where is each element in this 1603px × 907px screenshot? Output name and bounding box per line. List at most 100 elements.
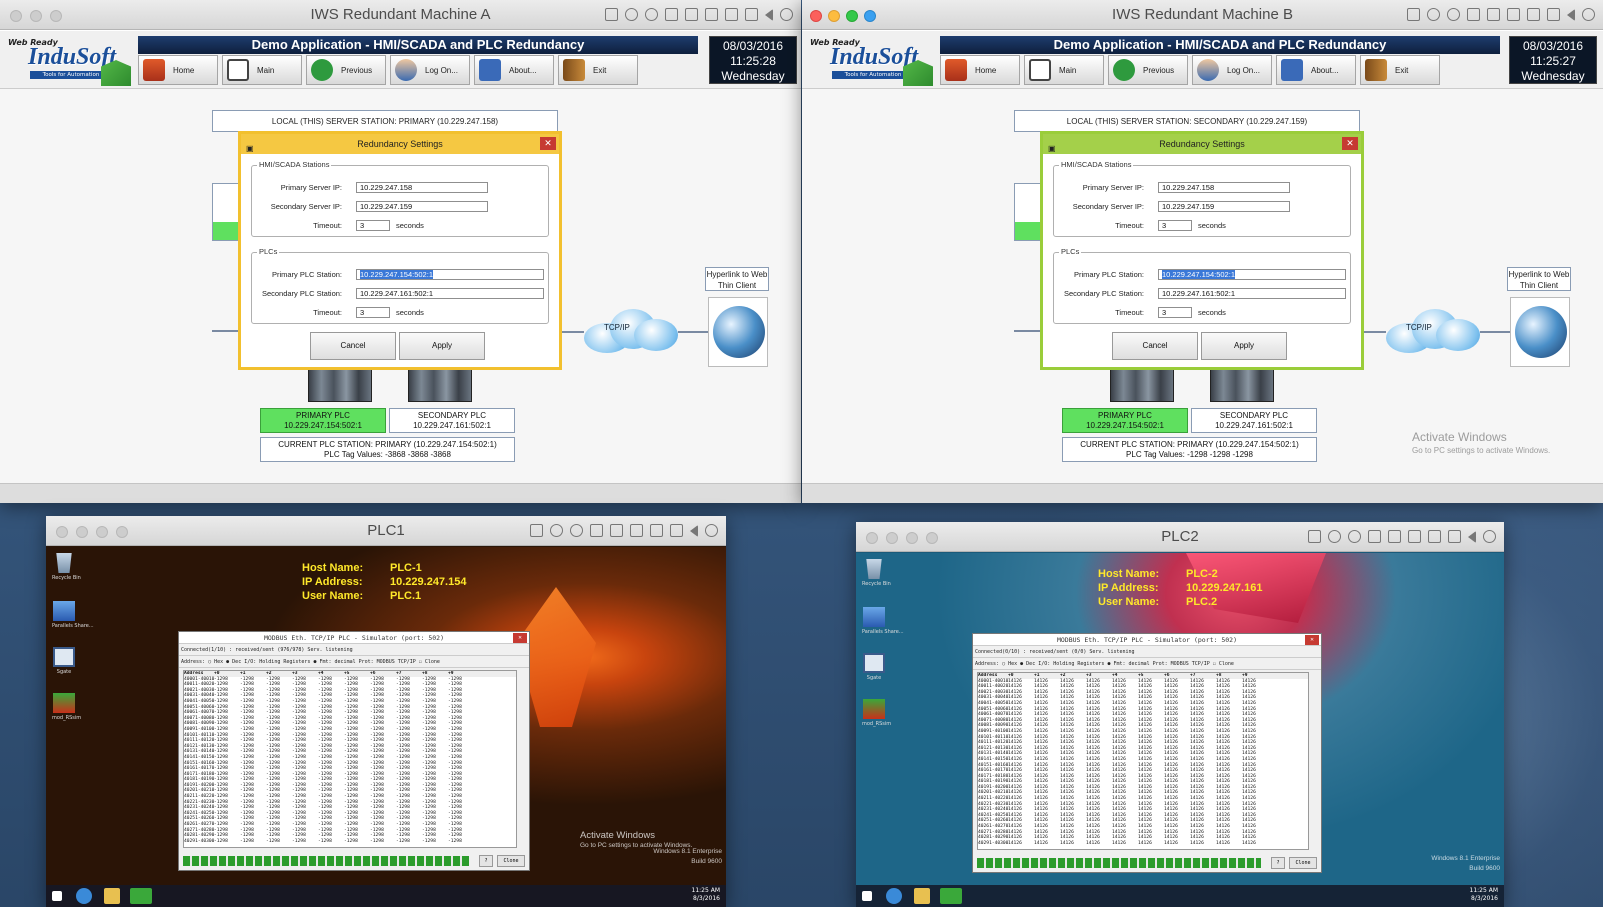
window-plc2[interactable]: PLC2 Recycle Bin Parallels Share... Sgat… bbox=[856, 522, 1504, 907]
usb-icon[interactable] bbox=[1467, 8, 1480, 21]
phone-icon[interactable] bbox=[650, 524, 663, 537]
table-row[interactable]: 40291-4030014126 14126 14126 14126 14126 1412… bbox=[978, 841, 1308, 847]
sim-options-bar[interactable]: Address: ○ Hex ● Dec I/O: Holding Regist… bbox=[179, 656, 529, 668]
sgate-icon[interactable]: Sgate bbox=[862, 653, 886, 681]
usb-icon[interactable] bbox=[665, 8, 678, 21]
about-button[interactable]: About... bbox=[474, 55, 554, 85]
start-icon[interactable] bbox=[52, 891, 62, 901]
printer-icon[interactable] bbox=[610, 524, 623, 537]
secondary-server-ip-input[interactable]: 10.229.247.159 bbox=[1158, 201, 1290, 212]
primary-plc-station-input[interactable]: 10.229.247.154:502:1 bbox=[356, 269, 544, 280]
hmi-timeout-input[interactable]: 3 bbox=[356, 220, 390, 231]
title-bar[interactable]: IWS Redundant Machine A bbox=[0, 0, 801, 30]
primary-server-ip-input[interactable]: 10.229.247.158 bbox=[1158, 182, 1290, 193]
gear-icon[interactable] bbox=[1483, 530, 1496, 543]
folder-icon[interactable] bbox=[1448, 530, 1461, 543]
back-arrow-icon[interactable] bbox=[1468, 531, 1476, 543]
window-machine-a[interactable]: IWS Redundant Machine A Web Ready InduSo… bbox=[0, 0, 801, 503]
modbus-simulator-window[interactable]: MODBUS Eth. TCP/IP PLC - Simulator (port… bbox=[972, 633, 1322, 873]
mod-rssim-icon[interactable]: mod_RSsim bbox=[52, 693, 81, 721]
previous-button[interactable]: Previous bbox=[1108, 55, 1188, 85]
back-arrow-icon[interactable] bbox=[690, 525, 698, 537]
ie-icon[interactable] bbox=[76, 888, 92, 904]
exit-button[interactable]: Exit bbox=[558, 55, 638, 85]
camera-icon[interactable] bbox=[570, 524, 583, 537]
register-grid[interactable]: Address +0 +1 +2 +3 +4 +5 +6 +7 +8 +9 40001-40010-1… bbox=[183, 670, 517, 848]
cancel-button[interactable]: Cancel bbox=[1112, 332, 1198, 360]
usb-icon[interactable] bbox=[1368, 530, 1381, 543]
thin-client-icon[interactable] bbox=[708, 297, 768, 367]
previous-button[interactable]: Previous bbox=[306, 55, 386, 85]
exit-button[interactable]: Exit bbox=[1360, 55, 1440, 85]
camera-icon[interactable] bbox=[1447, 8, 1460, 21]
printer-icon[interactable] bbox=[1388, 530, 1401, 543]
cancel-button[interactable]: Cancel bbox=[310, 332, 396, 360]
start-icon[interactable] bbox=[862, 891, 872, 901]
printer-icon[interactable] bbox=[685, 8, 698, 21]
hyperlink-web-thin-client[interactable]: Hyperlink to Web Thin Client bbox=[705, 267, 769, 291]
sound-icon[interactable] bbox=[705, 8, 718, 21]
mod-rssim-taskbar-icon[interactable] bbox=[130, 888, 152, 904]
clone-button[interactable]: Clone bbox=[497, 855, 525, 867]
mic-icon[interactable] bbox=[550, 524, 563, 537]
logon-button[interactable]: Log On... bbox=[1192, 55, 1272, 85]
hyperlink-web-thin-client[interactable]: Hyperlink to Web Thin Client bbox=[1507, 267, 1571, 291]
logon-button[interactable]: Log On... bbox=[390, 55, 470, 85]
mic-icon[interactable] bbox=[1427, 8, 1440, 21]
register-grid[interactable]: Address +0 +1 +2 +3 +4 +5 +6 +7 +8 +9 40001-4001014… bbox=[977, 672, 1309, 850]
keyboard-icon[interactable] bbox=[1308, 530, 1321, 543]
parallels-share-icon[interactable]: Parallels Share... bbox=[52, 601, 94, 629]
sgate-icon[interactable]: Sgate bbox=[52, 647, 76, 675]
window-machine-b[interactable]: IWS Redundant Machine B Web Ready InduSo… bbox=[802, 0, 1603, 503]
home-button[interactable]: Home bbox=[138, 55, 218, 85]
keyboard-icon[interactable] bbox=[530, 524, 543, 537]
mod-rssim-icon[interactable]: mod_RSsim bbox=[862, 699, 891, 727]
help-button[interactable]: ? bbox=[1271, 857, 1285, 869]
phone-icon[interactable] bbox=[725, 8, 738, 21]
explorer-icon[interactable] bbox=[914, 888, 930, 904]
primary-plc-station-input[interactable]: 10.229.247.154:502:1 bbox=[1158, 269, 1346, 280]
main-button[interactable]: Main bbox=[222, 55, 302, 85]
mic-icon[interactable] bbox=[625, 8, 638, 21]
camera-icon[interactable] bbox=[1348, 530, 1361, 543]
secondary-plc-station-input[interactable]: 10.229.247.161:502:1 bbox=[356, 288, 544, 299]
camera-icon[interactable] bbox=[645, 8, 658, 21]
home-button[interactable]: Home bbox=[940, 55, 1020, 85]
about-button[interactable]: About... bbox=[1276, 55, 1356, 85]
plc-timeout-input[interactable]: 3 bbox=[356, 307, 390, 318]
parallels-share-icon[interactable]: Parallels Share... bbox=[862, 607, 904, 635]
main-button[interactable]: Main bbox=[1024, 55, 1104, 85]
close-icon[interactable]: ✕ bbox=[1305, 635, 1319, 645]
plc-timeout-input[interactable]: 3 bbox=[1158, 307, 1192, 318]
back-arrow-icon[interactable] bbox=[1567, 9, 1575, 21]
dialog-close-button[interactable]: ✕ bbox=[1342, 137, 1358, 150]
ie-icon[interactable] bbox=[886, 888, 902, 904]
sound-icon[interactable] bbox=[1507, 8, 1520, 21]
back-arrow-icon[interactable] bbox=[765, 9, 773, 21]
thin-client-icon[interactable] bbox=[1510, 297, 1570, 367]
folder-icon[interactable] bbox=[670, 524, 683, 537]
apply-button[interactable]: Apply bbox=[399, 332, 485, 360]
recycle-bin-icon[interactable]: Recycle Bin bbox=[862, 559, 891, 587]
sound-icon[interactable] bbox=[1408, 530, 1421, 543]
apply-button[interactable]: Apply bbox=[1201, 332, 1287, 360]
clone-button[interactable]: Clone bbox=[1289, 857, 1317, 869]
recycle-bin-icon[interactable]: Recycle Bin bbox=[52, 553, 81, 581]
primary-server-ip-input[interactable]: 10.229.247.158 bbox=[356, 182, 488, 193]
hmi-timeout-input[interactable]: 3 bbox=[1158, 220, 1192, 231]
close-icon[interactable]: ✕ bbox=[513, 633, 527, 643]
title-bar[interactable]: PLC2 bbox=[856, 522, 1504, 552]
gear-icon[interactable] bbox=[1582, 8, 1595, 21]
phone-icon[interactable] bbox=[1428, 530, 1441, 543]
dialog-close-button[interactable]: ✕ bbox=[540, 137, 556, 150]
keyboard-icon[interactable] bbox=[1407, 8, 1420, 21]
usb-icon[interactable] bbox=[590, 524, 603, 537]
help-button[interactable]: ? bbox=[479, 855, 493, 867]
mod-rssim-taskbar-icon[interactable] bbox=[940, 888, 962, 904]
sound-icon[interactable] bbox=[630, 524, 643, 537]
modbus-simulator-window[interactable]: MODBUS Eth. TCP/IP PLC - Simulator (port… bbox=[178, 631, 530, 871]
sim-options-bar[interactable]: Address: ○ Hex ● Dec I/O: Holding Regist… bbox=[973, 658, 1321, 670]
gear-icon[interactable] bbox=[780, 8, 793, 21]
mic-icon[interactable] bbox=[1328, 530, 1341, 543]
window-plc1[interactable]: PLC1 Recycle Bin Parallels Share... Sgat… bbox=[46, 516, 726, 907]
